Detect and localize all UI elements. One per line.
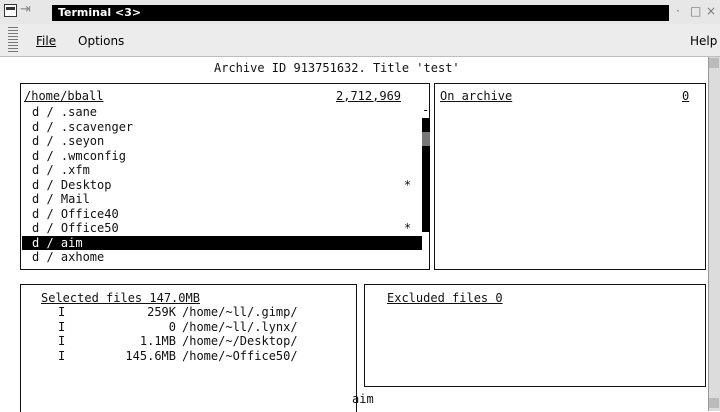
- directory-row-name: d / aim: [32, 235, 83, 250]
- directory-row[interactable]: d / .scavenger: [22, 120, 422, 134]
- selected-row-path[interactable]: /home/~ll/.gimp/: [182, 305, 298, 319]
- selected-row-size: 145.6MB: [125, 348, 176, 363]
- menu-help-label: Help: [690, 34, 718, 48]
- on-archive-label: On archive: [440, 89, 513, 103]
- selected-row-path[interactable]: /home/~/Desktop/: [182, 334, 298, 348]
- minimize-icon[interactable]: ·: [676, 4, 680, 18]
- menu-help[interactable]: Help: [690, 34, 717, 48]
- selected-row-path[interactable]: /home/~ll/.lynx/: [182, 320, 298, 334]
- selected-row-size: 259K: [147, 305, 176, 319]
- scroll-up-arrow-icon[interactable]: [709, 58, 719, 68]
- scroll-down-arrow-icon[interactable]: [709, 398, 719, 408]
- selected-row-size: 1.1MB: [139, 334, 176, 348]
- directory-row-name: d / Office50: [32, 221, 119, 235]
- directory-row[interactable]: d / .seyon: [22, 134, 422, 148]
- directory-row[interactable]: d / .wmconfig: [22, 149, 422, 163]
- directory-row-name: d / axhome: [32, 250, 105, 264]
- directory-row-name: d / .scavenger: [32, 119, 134, 134]
- selected-files-label: Selected files 147.0MB: [41, 291, 200, 305]
- selected-row-flag: I: [58, 334, 66, 348]
- directory-row[interactable]: d / Office50 *: [22, 221, 422, 235]
- menu-file[interactable]: File: [36, 34, 56, 48]
- excluded-files-label: Excluded files 0: [387, 291, 503, 305]
- archive-panel: [434, 83, 706, 270]
- directory-row-name: d / Office40: [32, 206, 119, 221]
- selected-row-flag: I: [58, 348, 66, 363]
- directory-row-name: d / .wmconfig: [32, 148, 126, 163]
- directory-row[interactable]: d / Office40: [22, 207, 422, 221]
- maximize-icon[interactable]: □: [690, 4, 701, 18]
- panel-scrollbar-thumb[interactable]: [422, 132, 430, 146]
- window-title: Terminal <3>: [58, 6, 142, 19]
- selected-row-flag: I: [58, 319, 66, 334]
- directory-row-name: d / .xfm: [32, 163, 90, 177]
- menu-options-label: Options: [78, 34, 125, 48]
- menu-file-label: File: [36, 34, 57, 48]
- directory-size: 2,712,969: [336, 89, 402, 103]
- window-menu-icon[interactable]: [4, 4, 17, 17]
- directory-row[interactable]: d / Mail: [22, 192, 422, 206]
- directory-path: /home/bball: [24, 89, 104, 103]
- directory-row-mark: *: [404, 177, 412, 192]
- directory-row[interactable]: d / aim: [22, 235, 422, 250]
- title-area: [52, 5, 669, 21]
- selected-row-flag: I: [58, 305, 66, 319]
- pin-icon[interactable]: ⇥: [20, 2, 31, 17]
- directory-row-mark: *: [404, 221, 412, 235]
- menu-options[interactable]: Options: [78, 34, 124, 48]
- toolbar-grip-handle[interactable]: [8, 27, 18, 53]
- directory-row[interactable]: d / .sane: [22, 105, 422, 119]
- directory-row[interactable]: d / axhome: [22, 250, 422, 264]
- close-icon[interactable]: ×: [706, 4, 716, 18]
- directory-row-name: d / .sane: [32, 105, 98, 119]
- scroll-marker: -: [422, 103, 430, 117]
- archive-header: Archive ID 913751632. Title 'test': [214, 61, 460, 75]
- directory-row[interactable]: d / .xfm: [22, 163, 422, 177]
- selected-row-path[interactable]: /home/~Office50/: [182, 349, 298, 363]
- selected-row-size: 0: [168, 319, 176, 334]
- on-archive-count: 0: [682, 89, 690, 103]
- directory-row-name: d / Mail: [32, 192, 90, 206]
- current-selection-status: aim: [352, 392, 374, 406]
- directory-row[interactable]: d / Desktop *: [22, 178, 422, 192]
- directory-row-name: d / .seyon: [32, 134, 105, 148]
- directory-row-name: d / Desktop: [32, 177, 112, 192]
- terminal-scrollbar[interactable]: [708, 57, 720, 411]
